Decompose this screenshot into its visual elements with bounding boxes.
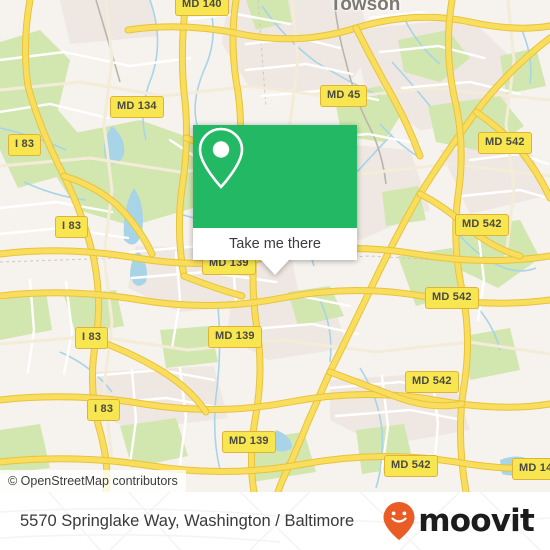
road-shield: I 83 [55,216,89,238]
road-shield: MD 542 [455,214,509,236]
footer-bar: 5570 Springlake Way, Washington / Baltim… [0,492,550,550]
moovit-pin-smile-icon [383,502,415,540]
road-shield: MD 139 [222,431,276,453]
map-pin-icon [198,127,244,189]
road-shield: MD 542 [405,371,459,393]
location-address: 5570 Springlake Way, Washington / Baltim… [20,511,355,530]
road-shield: I 83 [75,327,109,349]
road-shield: MD 147 [512,458,550,480]
map-canvas[interactable]: .park { fill:#d2e6b0; } .water { fill:#a… [0,0,550,492]
popup-pin-area [193,125,357,228]
map-share-card: .park { fill:#d2e6b0; } .water { fill:#a… [0,0,550,550]
road-shield: I 83 [8,134,42,156]
road-shield: MD 139 [208,326,262,348]
popup-tail [261,260,289,275]
take-me-there-button[interactable]: Take me there [193,228,357,260]
map-attribution[interactable]: © OpenStreetMap contributors [0,470,186,492]
moovit-brand[interactable]: moovit [382,501,535,541]
road-shield: I 83 [87,399,121,421]
road-shield: MD 45 [320,85,368,107]
road-shield: MD 542 [478,132,532,154]
road-shield: MD 542 [384,455,438,477]
road-shield: MD 134 [110,96,164,118]
moovit-wordmark: moovit [418,502,535,539]
road-shield: MD 542 [425,287,479,309]
road-shield: MD 140 [175,0,229,16]
location-popup[interactable]: Take me there [193,125,357,275]
city-label-towson: Towson [330,0,401,15]
